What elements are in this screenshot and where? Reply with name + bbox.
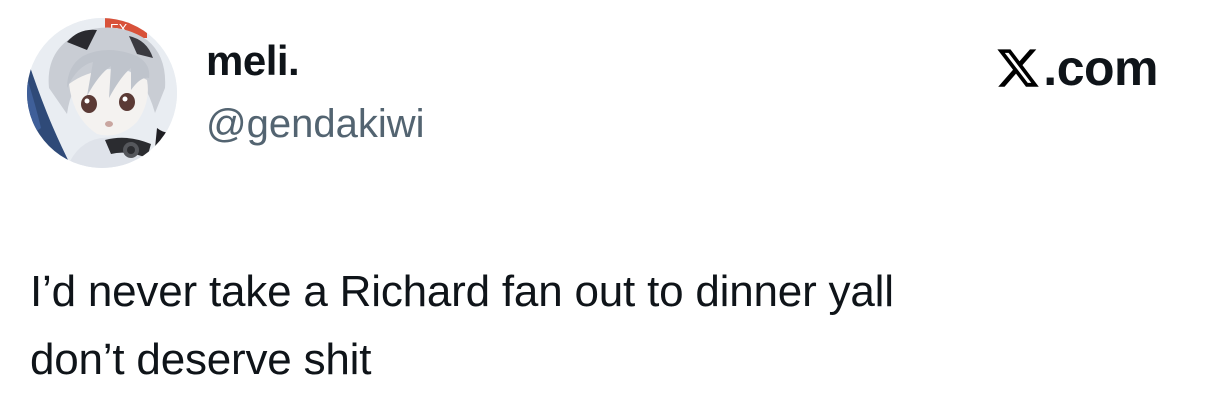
brand-domain-text: .com bbox=[1043, 40, 1158, 96]
avatar[interactable]: EX bbox=[27, 18, 177, 168]
brand-logo[interactable]: .com bbox=[995, 40, 1158, 96]
tweet-text-line-2: don’t deserve shit bbox=[30, 335, 372, 384]
tweet-text: I’d never take a Richard fan out to dinn… bbox=[30, 258, 1180, 394]
user-handle[interactable]: @gendakiwi bbox=[206, 102, 425, 146]
avatar-image: EX bbox=[27, 18, 177, 168]
display-name[interactable]: meli. bbox=[206, 37, 300, 84]
x-logo-icon bbox=[995, 45, 1041, 91]
tweet-text-line-1: I’d never take a Richard fan out to dinn… bbox=[30, 267, 894, 316]
